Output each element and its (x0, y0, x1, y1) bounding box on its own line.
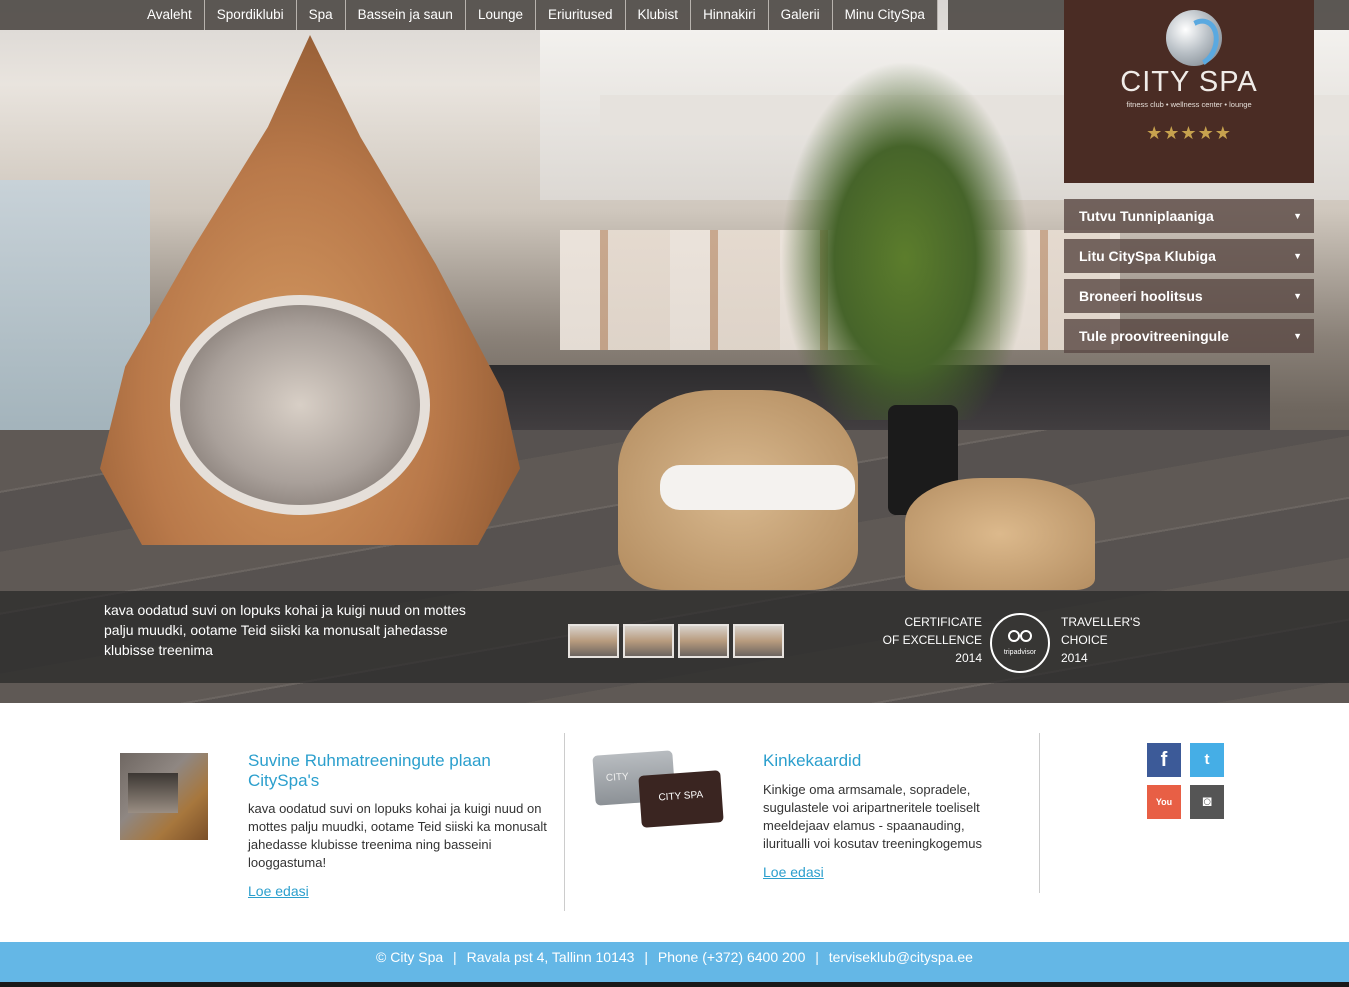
cityspa-logo-icon (1166, 10, 1222, 66)
news-thumbnail[interactable] (120, 753, 208, 840)
side-item-broneeri[interactable]: Broneeri hoolitsus ▼ (1064, 279, 1314, 313)
news-title[interactable]: Suvine Ruhmatreeningute plaan CitySpa's (248, 751, 538, 791)
footer-phone: Phone (+372) 6400 200 (657, 949, 806, 965)
certificate-excellence: CERTIFICATE OF EXCELLENCE 2014 (870, 613, 982, 667)
side-menu: Tutvu Tunniplaaniga ▼ Litu CitySpa Klubi… (1064, 199, 1314, 359)
nav-spa[interactable]: Spa (297, 0, 346, 30)
logo-title: CITY SPA (1120, 66, 1258, 98)
nav-galerii[interactable]: Galerii (769, 0, 833, 30)
news-body: kava oodatud suvi on lopuks kohai ja kui… (248, 801, 547, 870)
travellers-choice: TRAVELLER'S CHOICE 2014 (1061, 613, 1181, 667)
side-item-label: Tule proovitreeningule (1079, 328, 1229, 344)
cert-left-year: 2014 (955, 651, 982, 665)
footer: © City Spa | Ravala pst 4, Tallinn 10143… (0, 942, 1349, 982)
slide-thumb-4[interactable] (733, 624, 784, 658)
topbar-left (0, 0, 135, 30)
nav-lounge[interactable]: Lounge (466, 0, 536, 30)
gift-card-back-label: CITY (605, 771, 630, 784)
logo-subtitle: fitness club • wellness center • lounge (1126, 100, 1252, 109)
caret-down-icon: ▼ (1293, 291, 1302, 301)
gift-read-more-link[interactable]: Loe edasi (763, 864, 824, 880)
footer-separator: | (815, 949, 819, 965)
slide-thumb-2[interactable] (623, 624, 674, 658)
nav-bassein-ja-saun[interactable]: Bassein ja saun (346, 0, 466, 30)
instagram-icon[interactable]: ◙ (1190, 785, 1224, 819)
content-section: Suvine Ruhmatreeningute plaan CitySpa's … (0, 703, 1349, 942)
gift-card-front-image: CITY SPA (638, 770, 724, 828)
side-item-tunniplaan[interactable]: Tutvu Tunniplaaniga ▼ (1064, 199, 1314, 233)
slide-caption-bar: kava oodatud suvi on lopuks kohai ja kui… (0, 591, 1349, 683)
cert-right-year: 2014 (1061, 651, 1088, 665)
nav-spordiklubi[interactable]: Spordiklubi (205, 0, 297, 30)
caret-down-icon: ▼ (1293, 211, 1302, 221)
youtube-icon[interactable]: You Tube (1147, 785, 1181, 841)
hero-palm (780, 60, 1030, 420)
cert-right-line1: TRAVELLER'S (1061, 615, 1141, 629)
rating-stars-icon: ★★★★★ (1146, 123, 1232, 143)
side-item-label: Broneeri hoolitsus (1079, 288, 1203, 304)
footer-copyright: © City Spa (376, 949, 444, 965)
hero-wicker-table (905, 478, 1095, 590)
side-item-klubiga[interactable]: Litu CitySpa Klubiga ▼ (1064, 239, 1314, 273)
footer-separator: | (644, 949, 648, 965)
nav-eriuritused[interactable]: Eriuritused (536, 0, 626, 30)
footer-bottom-strip (0, 982, 1349, 987)
cert-right-line2: CHOICE (1061, 633, 1108, 647)
twitter-icon[interactable]: t (1190, 743, 1224, 777)
hero-hanging-nest-chair (100, 35, 520, 545)
caret-down-icon: ▼ (1293, 331, 1302, 341)
nav-hinnakiri[interactable]: Hinnakiri (691, 0, 769, 30)
slide-thumb-1[interactable] (568, 624, 619, 658)
facebook-icon[interactable]: f (1147, 743, 1181, 777)
content-divider (1039, 733, 1040, 893)
footer-email-link[interactable]: terviseklub@cityspa.ee (829, 949, 973, 965)
cert-left-line1: CERTIFICATE (904, 615, 982, 629)
cert-left-line2: OF EXCELLENCE (882, 633, 982, 647)
side-item-label: Tutvu Tunniplaaniga (1079, 208, 1214, 224)
side-item-label: Litu CitySpa Klubiga (1079, 248, 1216, 264)
tripadvisor-owl-icon (1008, 630, 1032, 644)
footer-address: Ravala pst 4, Tallinn 10143 (466, 949, 635, 965)
news-read-more-link[interactable]: Loe edasi (248, 883, 309, 899)
main-nav: Avaleht Spordiklubi Spa Bassein ja saun … (135, 0, 938, 30)
side-item-proovitreening[interactable]: Tule proovitreeningule ▼ (1064, 319, 1314, 353)
logo[interactable]: CITY SPA fitness club • wellness center … (1064, 0, 1314, 183)
slide-caption: kava oodatud suvi on lopuks kohai ja kui… (104, 602, 466, 658)
tripadvisor-badge[interactable]: tripadvisor (990, 613, 1050, 673)
nav-klubist[interactable]: Klubist (626, 0, 692, 30)
gift-title[interactable]: Kinkekaardid (763, 751, 861, 771)
slide-thumb-3[interactable] (678, 624, 729, 658)
nav-minu-cityspa[interactable]: Minu CitySpa (833, 0, 938, 30)
caret-down-icon: ▼ (1293, 251, 1302, 261)
footer-separator: | (453, 949, 457, 965)
slide-thumbnails (568, 624, 784, 658)
nav-avaleht[interactable]: Avaleht (135, 0, 205, 30)
hero-chair-cushion (660, 465, 855, 510)
tripadvisor-label: tripadvisor (1003, 649, 1037, 656)
gift-body: Kinkige oma armsamale, sopradele, sugula… (763, 782, 982, 851)
content-divider (564, 733, 565, 911)
